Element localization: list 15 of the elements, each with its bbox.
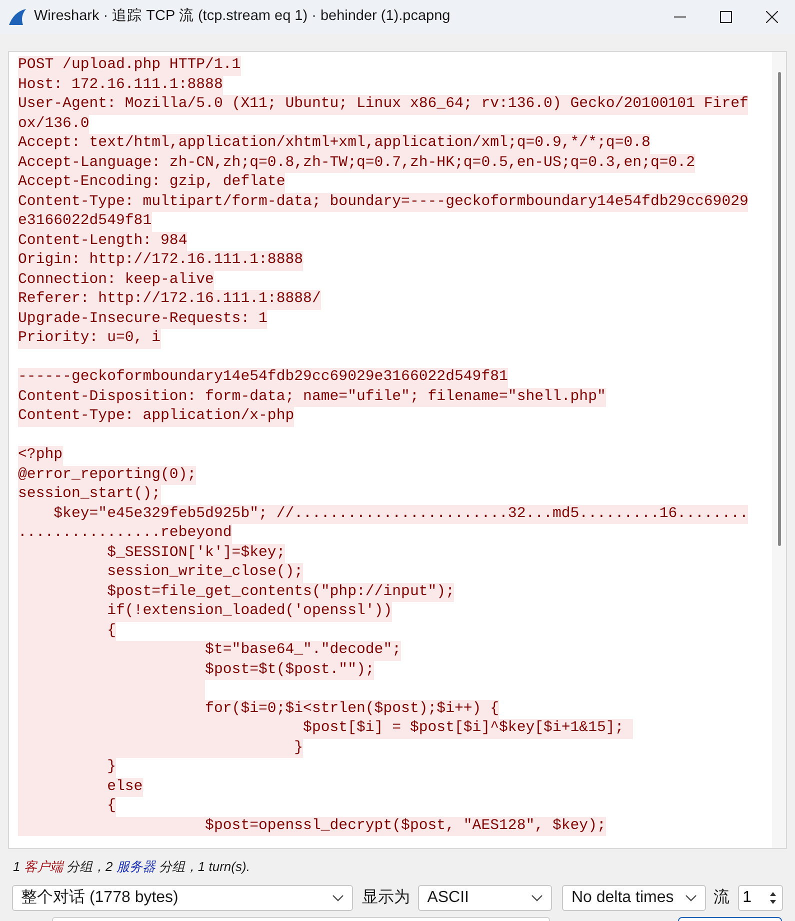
chevron-down-icon	[332, 894, 344, 902]
packet-summary: 1 客户端 分组，2 服务器 分组，1 turn(s).	[12, 858, 251, 875]
delta-times-select[interactable]: No delta times	[562, 885, 706, 911]
chevron-down-icon	[531, 894, 544, 902]
window-title: Wireshark · 追踪 TCP 流 (tcp.stream eq 1) · behinder (1).pcapng	[34, 6, 450, 26]
stream-label: 流	[714, 888, 730, 908]
stream-spinbox[interactable]: 1	[738, 885, 783, 911]
show-as-select[interactable]: ASCII	[418, 885, 552, 911]
maximize-icon	[720, 11, 732, 23]
chevron-down-icon	[684, 894, 697, 902]
close-icon	[766, 11, 778, 23]
show-as-label: 显示为	[362, 888, 410, 908]
shark-fin-icon	[7, 7, 27, 27]
conversation-select[interactable]: 整个对话 (1778 bytes)	[12, 885, 354, 911]
minimize-icon	[674, 16, 686, 18]
